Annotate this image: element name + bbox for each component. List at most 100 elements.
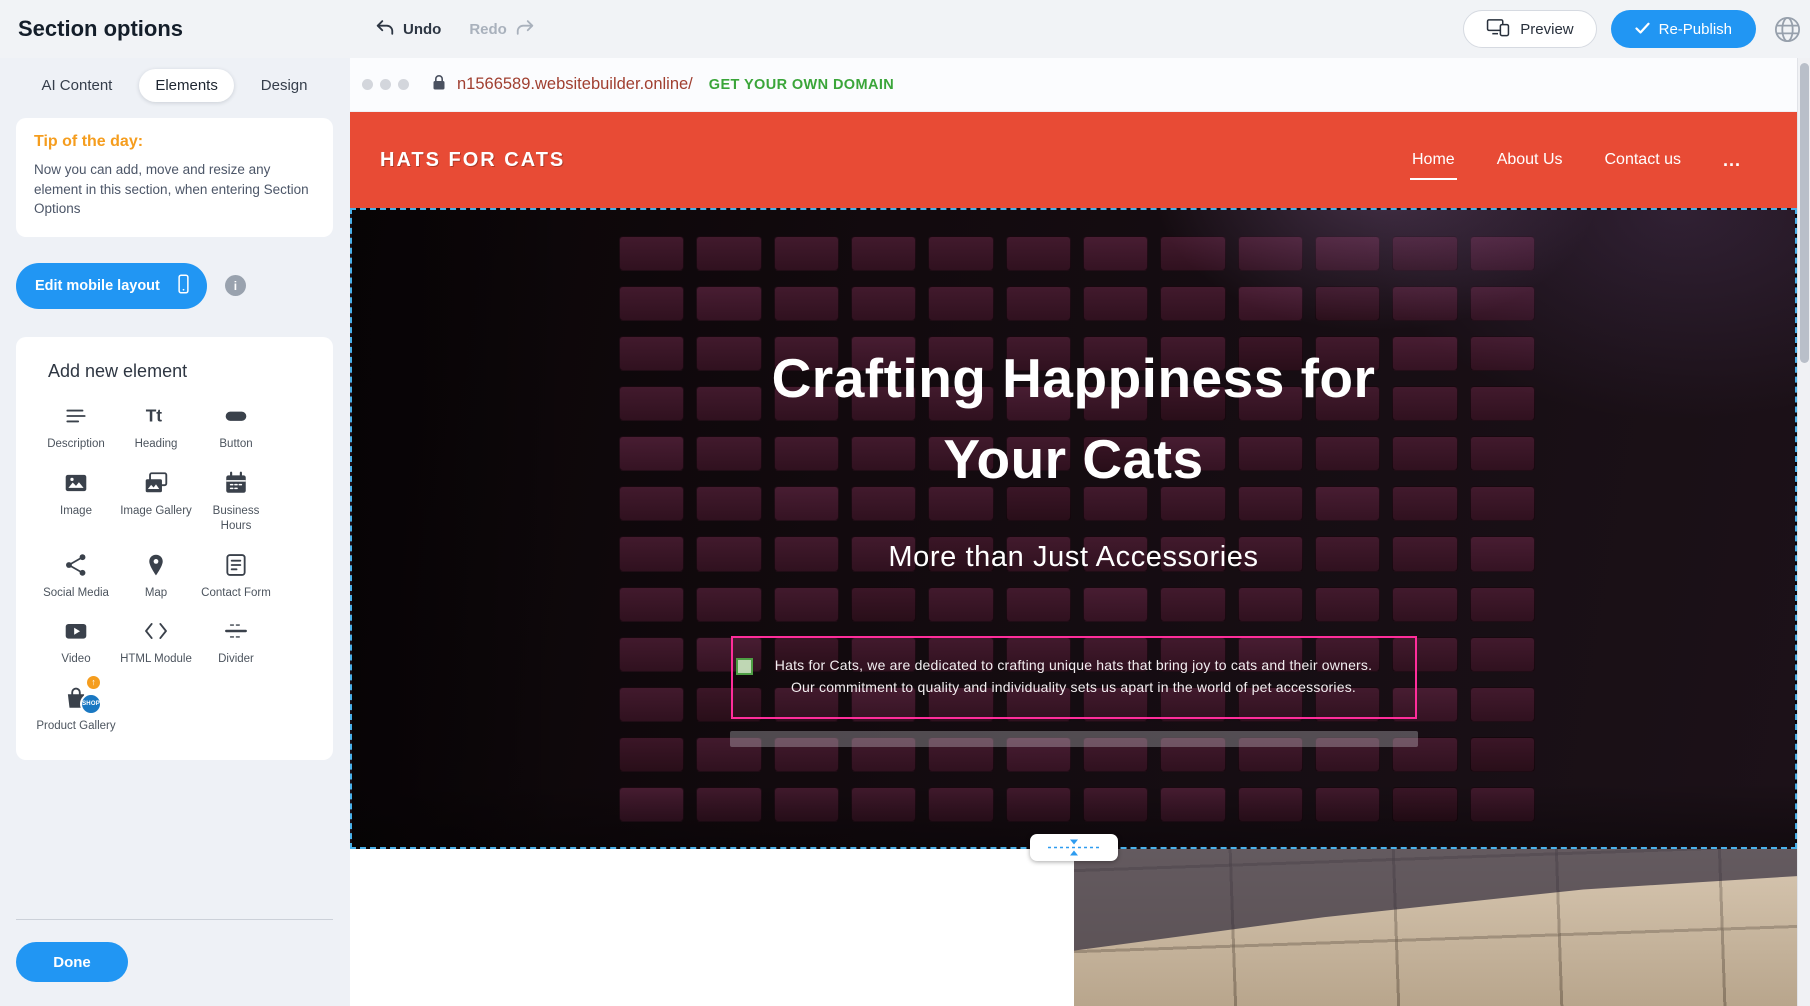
topbar: Section options Undo Redo Preview Re-Pub… (0, 0, 1810, 58)
hero-tile (1238, 787, 1303, 822)
element-label: Divider (218, 652, 254, 667)
hero-tile (851, 386, 916, 421)
nav-item-contact-us[interactable]: Contact us (1605, 151, 1681, 169)
element-html-module[interactable]: HTML Module (116, 617, 196, 667)
element-heading[interactable]: TtHeading (116, 402, 196, 452)
preview-button[interactable]: Preview (1463, 10, 1596, 48)
element-label: Video (61, 652, 90, 667)
done-button[interactable]: Done (16, 942, 128, 982)
undo-icon (375, 19, 395, 40)
hero-tile (696, 486, 761, 521)
scrollbar-thumb[interactable] (1800, 63, 1809, 363)
element-product-gallery[interactable]: SHOP↑ Product Gallery (36, 684, 116, 734)
hero-tile (1238, 436, 1303, 471)
get-domain-link[interactable]: GET YOUR OWN DOMAIN (709, 77, 894, 93)
hero-tile (619, 286, 684, 321)
element-label: Product Gallery (36, 719, 115, 734)
hero-tile (928, 486, 993, 521)
tab-ai-content[interactable]: AI Content (25, 69, 128, 102)
button-icon (223, 402, 249, 430)
element-divider[interactable]: Divider (196, 617, 276, 667)
site-logo[interactable]: HATS FOR CATS (380, 149, 565, 172)
hero-tile (619, 687, 684, 722)
hero-tile (1083, 436, 1148, 471)
hero-tile (851, 787, 916, 822)
svg-text:Tt: Tt (146, 405, 163, 425)
hero-tile (1160, 236, 1225, 271)
window-dot (362, 79, 373, 90)
hero-tile (1392, 486, 1457, 521)
republish-button[interactable]: Re-Publish (1611, 10, 1756, 48)
scrollbar[interactable] (1797, 58, 1810, 1006)
edit-mobile-layout-button[interactable]: Edit mobile layout (16, 263, 207, 309)
nav-more[interactable]: ... (1723, 150, 1741, 171)
hero-tile (1238, 587, 1303, 622)
hero-tile (1006, 386, 1071, 421)
shop-badge: SHOP (80, 693, 102, 715)
hero-tile (1392, 336, 1457, 371)
language-globe-icon[interactable] (1770, 12, 1804, 46)
nav-item-about-us[interactable]: About Us (1497, 151, 1563, 169)
section-resize-handle[interactable] (1030, 834, 1118, 861)
hero-tile (928, 787, 993, 822)
hero-tile (1470, 336, 1535, 371)
hero-tile (1006, 486, 1071, 521)
tab-design[interactable]: Design (245, 69, 324, 102)
hero-tile (1392, 436, 1457, 471)
hero-tile (1392, 386, 1457, 421)
element-description[interactable]: Description (36, 402, 116, 452)
hero-tile (1392, 536, 1457, 571)
hero-section-selected[interactable]: Crafting Happiness for Your Cats More th… (350, 208, 1797, 849)
info-icon[interactable]: i (225, 275, 246, 296)
add-element-title: Add new element (48, 361, 333, 382)
element-image-gallery[interactable]: Image Gallery (116, 469, 196, 534)
social-media-icon (63, 551, 89, 579)
site-nav: Home About Us Contact us... (1412, 150, 1741, 171)
site-url[interactable]: n1566589.websitebuilder.online/ (457, 75, 693, 94)
next-section-blank (350, 849, 1074, 1006)
hero-tile (1006, 436, 1071, 471)
product-gallery-icon: SHOP↑ (56, 684, 96, 712)
hero-tile (774, 436, 839, 471)
hero-tile (1238, 386, 1303, 421)
element-video[interactable]: Video (36, 617, 116, 667)
drag-handle[interactable] (736, 658, 753, 675)
hero-tile (1160, 386, 1225, 421)
hero-tile (1006, 536, 1071, 571)
video-icon (63, 617, 89, 645)
element-map[interactable]: Map (116, 551, 196, 601)
hero-tile (619, 737, 684, 772)
selected-text-element[interactable]: Hats for Cats, we are dedicated to craft… (731, 636, 1417, 719)
hero-tile (1238, 286, 1303, 321)
mobile-layout-row: Edit mobile layout i (16, 263, 333, 309)
hero-tile (696, 787, 761, 822)
hero-tile (1006, 286, 1071, 321)
hero-tile (1083, 386, 1148, 421)
hero-tile (851, 336, 916, 371)
element-label: Contact Form (201, 586, 271, 601)
hero-tile (1470, 386, 1535, 421)
sidebar-tabs: AI Content Elements Design (20, 58, 329, 112)
nav-item-home[interactable]: Home (1412, 151, 1455, 169)
hero-tile (1083, 587, 1148, 622)
site-header[interactable]: HATS FOR CATS Home About Us Contact us... (350, 112, 1797, 208)
redo-button[interactable]: Redo (469, 19, 535, 40)
hero-tile (1315, 286, 1380, 321)
hero-tile (1083, 787, 1148, 822)
element-label: Social Media (43, 586, 109, 601)
undo-button[interactable]: Undo (375, 19, 441, 40)
hero-tile (1160, 286, 1225, 321)
hero-tile (1470, 486, 1535, 521)
devices-icon (1486, 18, 1510, 41)
element-image[interactable]: Image (36, 469, 116, 534)
hero-tile (696, 536, 761, 571)
add-element-panel: Add new element DescriptionTtHeadingButt… (16, 337, 333, 761)
tab-elements[interactable]: Elements (139, 69, 234, 102)
element-business-hours[interactable]: Business Hours (196, 469, 276, 534)
element-contact-form[interactable]: Contact Form (196, 551, 276, 601)
hero-tile (1238, 236, 1303, 271)
element-social-media[interactable]: Social Media (36, 551, 116, 601)
hero-tile (928, 587, 993, 622)
element-button[interactable]: Button (196, 402, 276, 452)
hero-tile (696, 587, 761, 622)
